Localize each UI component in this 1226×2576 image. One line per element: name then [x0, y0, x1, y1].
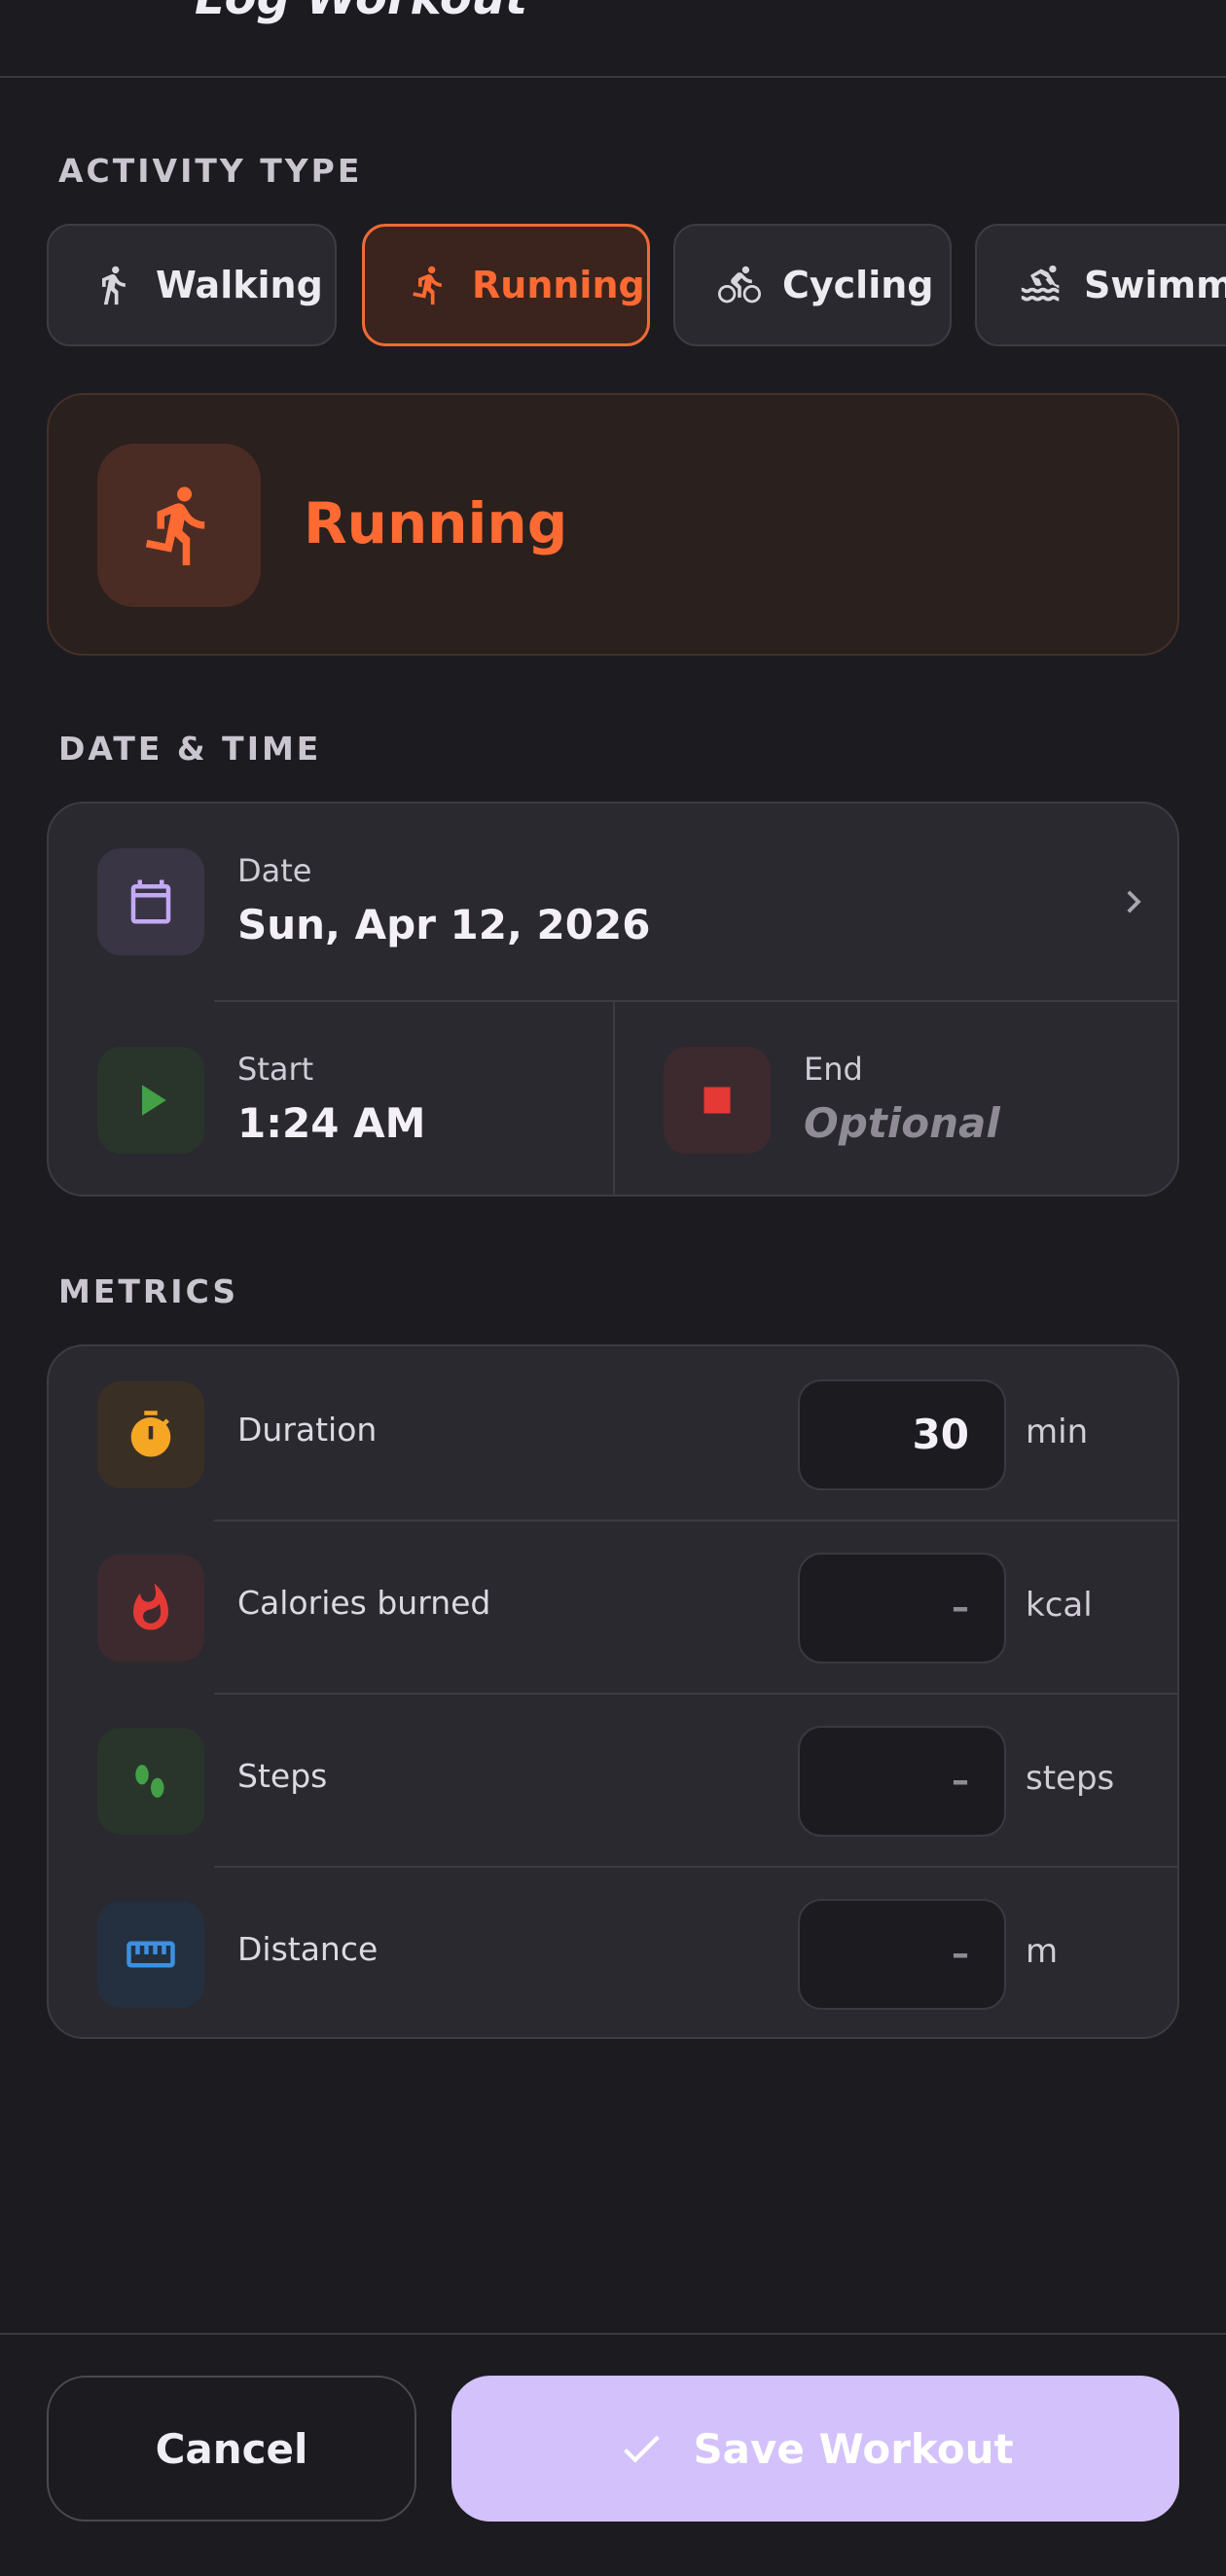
- metrics-heading: METRICS: [58, 1272, 239, 1310]
- footprints-icon-box: [97, 1728, 204, 1835]
- activity-chip-row: Walking Running Cycling Swimming: [0, 224, 1226, 346]
- cancel-button[interactable]: Cancel: [47, 2376, 416, 2522]
- running-icon: [145, 486, 205, 566]
- chip-label: Cycling: [782, 264, 934, 306]
- end-time-placeholder: Optional: [804, 1099, 1000, 1147]
- stopwatch-icon: [130, 1411, 171, 1457]
- chevron-right-icon: [1127, 890, 1141, 913]
- footprints-icon: [135, 1765, 164, 1798]
- selected-activity-icon-box: [97, 444, 261, 607]
- end-time-field[interactable]: End Optional: [615, 1002, 1177, 1195]
- steps-unit: steps: [1026, 1759, 1115, 1798]
- duration-unit: min: [1026, 1413, 1089, 1451]
- selected-activity-label: Running: [304, 490, 568, 556]
- start-label: Start: [237, 1051, 314, 1088]
- start-icon-box: [97, 1047, 204, 1154]
- calories-unit: kcal: [1026, 1586, 1093, 1625]
- page-title: Log Workout: [195, 0, 527, 25]
- check-icon: [624, 2435, 661, 2463]
- distance-unit: m: [1026, 1932, 1059, 1971]
- steps-input[interactable]: –: [798, 1726, 1006, 1837]
- chip-label: Swimming: [1084, 264, 1226, 306]
- calendar-icon-box: [97, 848, 204, 955]
- date-value: Sun, Apr 12, 2026: [237, 901, 651, 948]
- calories-input[interactable]: –: [798, 1553, 1006, 1664]
- play-icon: [142, 1085, 166, 1116]
- swimming-icon: [1021, 265, 1060, 302]
- selected-activity-card: Running: [47, 393, 1179, 656]
- chip-cycling[interactable]: Cycling: [673, 224, 952, 346]
- chip-running[interactable]: Running: [362, 224, 650, 346]
- calories-label: Calories burned: [237, 1584, 491, 1622]
- end-icon-box: [664, 1047, 771, 1154]
- ruler-icon: [126, 1941, 175, 1968]
- chip-walking[interactable]: Walking: [47, 224, 337, 346]
- ruler-icon-box: [97, 1901, 204, 2008]
- save-workout-label: Save Workout: [693, 2424, 1014, 2473]
- distance-label: Distance: [237, 1930, 379, 1968]
- date-time-card: Date Sun, Apr 12, 2026 Start 1:24 AM End…: [47, 802, 1179, 1197]
- start-time-value: 1:24 AM: [237, 1099, 426, 1147]
- chip-label: Running: [472, 264, 645, 306]
- cycling-icon: [718, 266, 761, 304]
- running-icon: [413, 266, 442, 305]
- bottom-action-bar: Cancel Save Workout: [0, 2333, 1226, 2576]
- flame-icon: [133, 1583, 168, 1630]
- steps-label: Steps: [237, 1757, 328, 1795]
- metrics-card: Duration 30 min Calories burned – kcal S…: [47, 1344, 1179, 2039]
- distance-input[interactable]: –: [798, 1899, 1006, 2010]
- top-app-bar: Log Workout: [0, 0, 1226, 78]
- duration-input[interactable]: 30: [798, 1379, 1006, 1490]
- date-row[interactable]: Date Sun, Apr 12, 2026: [49, 804, 1177, 1000]
- divider: [214, 1520, 1177, 1521]
- date-label: Date: [237, 852, 312, 889]
- stop-icon: [703, 1087, 731, 1114]
- duration-label: Duration: [237, 1411, 378, 1449]
- save-workout-button[interactable]: Save Workout: [451, 2376, 1179, 2522]
- chip-label: Walking: [156, 264, 323, 306]
- flame-icon-box: [97, 1555, 204, 1662]
- divider: [214, 1693, 1177, 1695]
- back-arrow-icon[interactable]: [56, 0, 134, 25]
- chip-swimming[interactable]: Swimming: [975, 224, 1226, 346]
- stopwatch-icon-box: [97, 1381, 204, 1488]
- start-time-field[interactable]: Start 1:24 AM: [49, 1002, 613, 1195]
- end-label: End: [804, 1051, 863, 1088]
- date-time-heading: DATE & TIME: [58, 730, 322, 768]
- activity-type-heading: ACTIVITY TYPE: [58, 152, 363, 190]
- divider: [214, 1866, 1177, 1868]
- walking-icon: [102, 266, 126, 305]
- calendar-icon: [130, 879, 171, 924]
